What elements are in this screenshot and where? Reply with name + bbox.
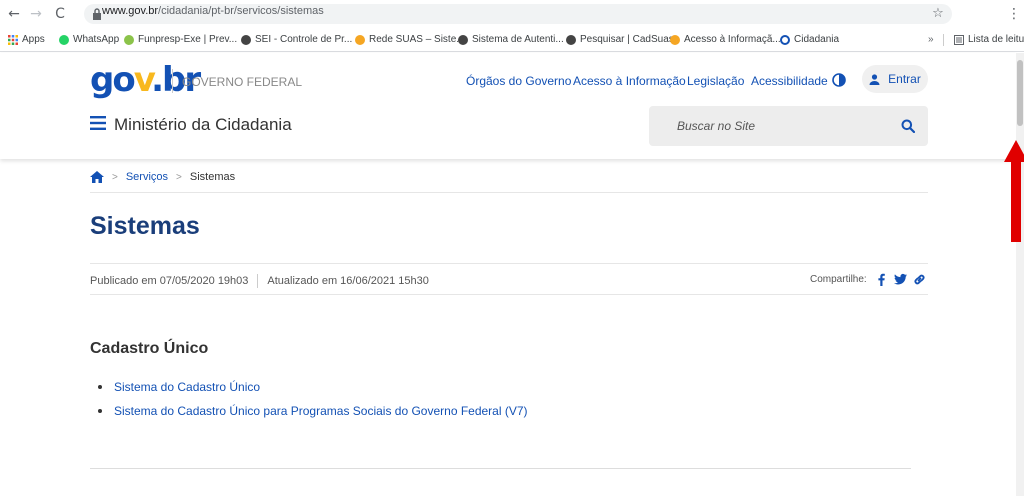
bookmarks-bar: Apps WhatsApp Funpresp-Exe | Prev... SEI… xyxy=(0,28,1024,52)
globe-icon xyxy=(241,35,251,45)
menu-icon[interactable]: ⋮ xyxy=(1006,6,1022,22)
publication-meta: Publicado em 07/05/2020 19h03 Atualizado… xyxy=(90,274,429,288)
search-icon[interactable] xyxy=(901,119,915,133)
browser-toolbar: ← → C www.gov.br/cidadania/pt-br/servico… xyxy=(0,0,1024,28)
bookmark-label: Sistema de Autenti... xyxy=(472,34,564,45)
breadcrumb-current: Sistemas xyxy=(189,171,236,183)
link-sistema-cadastro-unico[interactable]: Sistema do Cadastro Único xyxy=(98,378,528,402)
logo-divider xyxy=(172,69,173,93)
bookmark-label: WhatsApp xyxy=(73,34,120,45)
scrollbar-thumb[interactable] xyxy=(1017,60,1023,126)
funpresp-icon xyxy=(124,35,134,45)
bookmark-label: Cidadania xyxy=(794,34,840,45)
link-icon[interactable] xyxy=(913,273,926,286)
user-icon xyxy=(869,73,880,85)
link-orgaos-governo[interactable]: Órgãos do Governo xyxy=(466,74,571,88)
bookmark-label: Pesquisar | CadSuas xyxy=(580,34,674,45)
contrast-icon[interactable] xyxy=(832,73,846,87)
link-legislacao[interactable]: Legislação xyxy=(687,74,744,88)
link-sistema-cadastro-unico-v7[interactable]: Sistema do Cadastro Único para Programas… xyxy=(98,402,528,426)
bookmark-label: SEI - Controle de Pr... xyxy=(255,34,353,45)
breadcrumb: > Serviços > Sistemas xyxy=(90,170,235,184)
site-header: gov.br GOVERNO FEDERAL Órgãos do Governo… xyxy=(0,53,1016,159)
meta-divider xyxy=(257,274,259,288)
globe-icon xyxy=(458,35,468,45)
logo-part: v xyxy=(133,60,153,100)
share-bar: Compartilhe: xyxy=(810,273,926,286)
page-title: Sistemas xyxy=(90,212,200,240)
link-acessibilidade[interactable]: Acessibilidade xyxy=(751,74,828,88)
cidadania-icon xyxy=(780,35,790,45)
breadcrumb-separator: > xyxy=(176,171,182,183)
hamburger-icon[interactable] xyxy=(90,116,106,130)
breadcrumb-servicos[interactable]: Serviços xyxy=(126,171,168,183)
bookmark-funpresp[interactable]: Funpresp-Exe | Prev... xyxy=(124,33,237,47)
url-host: www.gov.br xyxy=(102,5,159,17)
bookmark-acesso-informacao[interactable]: Acesso à Informaçã... xyxy=(670,33,781,47)
bookmark-label: Rede SUAS – Siste... xyxy=(369,34,465,45)
bookmark-cadsuas[interactable]: Pesquisar | CadSuas xyxy=(566,33,674,47)
lock-icon[interactable] xyxy=(92,7,102,21)
back-icon[interactable]: ← xyxy=(6,6,22,22)
suas-icon xyxy=(355,35,365,45)
bookmark-label: Funpresp-Exe | Prev... xyxy=(138,34,238,45)
url-path: /cidadania/pt-br/servicos/sistemas xyxy=(158,5,324,17)
whatsapp-icon xyxy=(59,35,69,45)
divider xyxy=(90,468,911,469)
bookmark-cidadania[interactable]: Cidadania xyxy=(780,33,839,47)
logo-part: go xyxy=(90,60,136,100)
bookmark-sistema-autenticacao[interactable]: Sistema de Autenti... xyxy=(458,33,564,47)
divider xyxy=(90,294,928,295)
star-icon[interactable]: ☆ xyxy=(930,6,946,22)
bookmark-sei[interactable]: SEI - Controle de Pr... xyxy=(241,33,352,47)
twitter-icon[interactable] xyxy=(893,273,907,286)
breadcrumb-separator: > xyxy=(112,171,118,183)
search-placeholder: Buscar no Site xyxy=(677,119,756,133)
login-button[interactable]: Entrar xyxy=(862,65,928,93)
url-text: www.gov.br/cidadania/pt-br/servicos/sist… xyxy=(102,5,324,17)
share-label: Compartilhe: xyxy=(810,274,867,285)
home-icon[interactable] xyxy=(90,171,104,183)
governo-federal-label: GOVERNO FEDERAL xyxy=(182,75,303,89)
bookmark-apps[interactable]: Apps xyxy=(8,33,45,47)
bookmark-whatsapp[interactable]: WhatsApp xyxy=(59,33,119,47)
reading-list[interactable]: Lista de leitura xyxy=(943,33,1024,47)
search-input[interactable]: Buscar no Site xyxy=(649,106,928,146)
facebook-icon[interactable] xyxy=(875,273,888,286)
systems-list: Sistema do Cadastro Único Sistema do Cad… xyxy=(98,378,528,426)
link-acesso-informacao[interactable]: Acesso à Informação xyxy=(573,74,686,88)
bookmark-label: Apps xyxy=(22,34,45,45)
reload-icon[interactable]: C xyxy=(52,6,68,22)
login-label: Entrar xyxy=(888,72,921,86)
published-date: Publicado em 07/05/2020 19h03 xyxy=(90,275,249,287)
section-title: Cadastro Único xyxy=(90,340,209,357)
divider xyxy=(90,192,928,193)
reading-list-icon xyxy=(954,35,964,45)
more-bookmarks-icon[interactable]: » xyxy=(928,33,934,47)
reading-list-label: Lista de leitura xyxy=(968,34,1024,45)
bookmark-label: Acesso à Informaçã... xyxy=(684,34,781,45)
divider xyxy=(90,263,928,264)
apps-icon xyxy=(8,35,18,45)
ministry-title: Ministério da Cidadania xyxy=(114,115,292,134)
bookmark-rede-suas[interactable]: Rede SUAS – Siste... xyxy=(355,33,465,47)
suas-icon xyxy=(670,35,680,45)
updated-date: Atualizado em 16/06/2021 15h30 xyxy=(267,275,429,287)
globe-icon xyxy=(566,35,576,45)
forward-icon[interactable]: → xyxy=(28,6,44,22)
red-arrow-annotation xyxy=(1004,140,1024,242)
